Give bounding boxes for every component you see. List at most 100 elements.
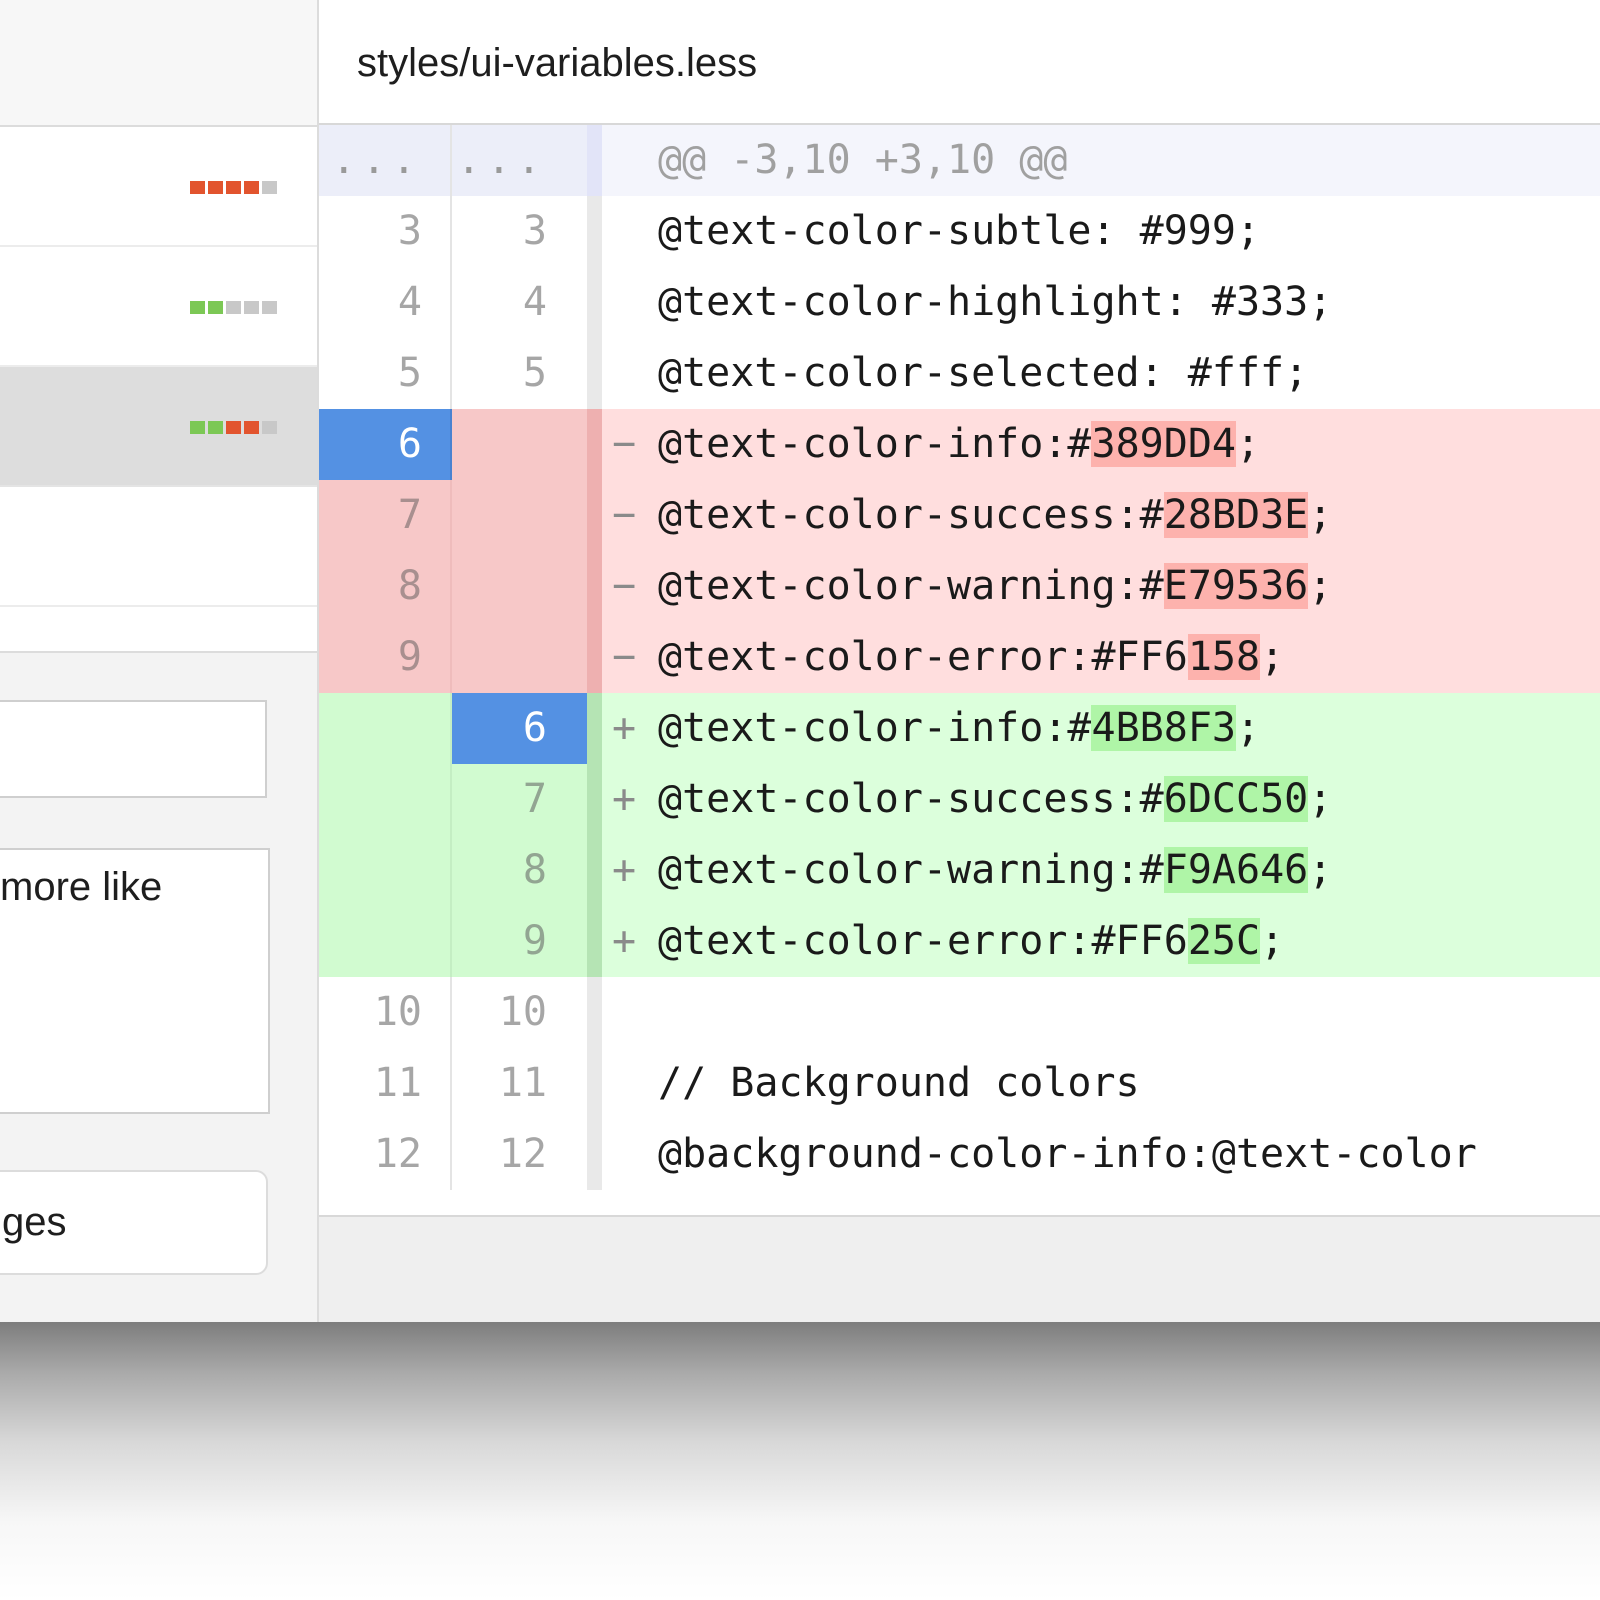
line-content: − @text-color-error:#FF6158; xyxy=(602,622,1600,693)
old-gutter[interactable]: 4 xyxy=(319,267,452,338)
changed-token: E79536 xyxy=(1163,563,1309,609)
diffstat-neutral-block xyxy=(262,301,277,314)
code-segment: ; xyxy=(1260,634,1285,680)
new-gutter[interactable]: 7 xyxy=(452,764,587,835)
old-gutter[interactable] xyxy=(319,693,452,764)
new-gutter[interactable]: 10 xyxy=(452,977,587,1048)
minus-marker: − xyxy=(612,492,637,538)
deleted-line[interactable]: 6 − @text-color-info:#389DD4; xyxy=(319,409,1600,480)
old-gutter[interactable]: 12 xyxy=(319,1119,452,1190)
file-header: styles/ui-variables.less xyxy=(319,0,1600,125)
new-gutter[interactable]: 4 xyxy=(452,267,587,338)
code-text: @text-color-info:#4BB8F3; xyxy=(658,693,1260,764)
context-line[interactable]: 12 12 @background-color-info:@text-color xyxy=(319,1119,1600,1190)
old-gutter[interactable]: 9 xyxy=(319,622,452,693)
change-bar xyxy=(587,835,602,906)
new-gutter[interactable] xyxy=(452,480,587,551)
new-gutter[interactable] xyxy=(452,551,587,622)
plus-marker: + xyxy=(612,776,637,822)
history-sidebar: more like ges xyxy=(0,0,319,1322)
context-line[interactable]: 3 3 @text-color-subtle: #999; xyxy=(319,196,1600,267)
code-segment: @text-color-highlight: #333; xyxy=(658,279,1333,325)
deleted-line[interactable]: 9 − @text-color-error:#FF6158; xyxy=(319,622,1600,693)
old-gutter[interactable]: 5 xyxy=(319,338,452,409)
diffstat-deleted-block xyxy=(244,181,259,194)
added-line[interactable]: 9 + @text-color-error:#FF625C; xyxy=(319,906,1600,977)
old-gutter[interactable]: 3 xyxy=(319,196,452,267)
diff-lines: 3 3 @text-color-subtle: #999; 4 4 @text-color… xyxy=(319,196,1600,1190)
old-gutter[interactable]: 10 xyxy=(319,977,452,1048)
old-gutter[interactable]: 7 xyxy=(319,480,452,551)
plus-marker: + xyxy=(612,705,637,751)
new-gutter[interactable]: 5 xyxy=(452,338,587,409)
hunk-content: @@ -3,10 +3,10 @@ xyxy=(602,125,1600,196)
line-content: − @text-color-warning:#E79536; xyxy=(602,551,1600,622)
commit-summary-input[interactable] xyxy=(0,700,267,798)
old-gutter[interactable] xyxy=(319,835,452,906)
changed-token: 4BB8F3 xyxy=(1091,705,1236,751)
new-line-marker: ... xyxy=(456,137,547,183)
new-gutter[interactable]: 11 xyxy=(452,1048,587,1119)
hunk-header-text: @@ -3,10 +3,10 @@ xyxy=(658,137,1068,183)
diffstat-neutral-block xyxy=(262,421,277,434)
code-segment: ; xyxy=(1235,421,1261,467)
new-gutter[interactable]: 3 xyxy=(452,196,587,267)
old-line-number: 6 xyxy=(397,421,422,467)
new-gutter[interactable]: 9 xyxy=(452,906,587,977)
code-segment: @text-color-error:#FF6 xyxy=(658,918,1188,964)
added-line[interactable]: 8 + @text-color-warning:#F9A646; xyxy=(319,835,1600,906)
minus-marker: − xyxy=(612,563,637,609)
added-line[interactable]: 7 + @text-color-success:#6DCC50; xyxy=(319,764,1600,835)
commit-button[interactable]: ges xyxy=(0,1170,268,1275)
diff-table: ... ... @@ -3,10 +3,10 @@ 3 3 @text-color-… xyxy=(319,125,1600,1190)
old-line-number: 11 xyxy=(373,1060,422,1106)
code-segment: ; xyxy=(1260,918,1285,964)
old-line-number: 3 xyxy=(397,208,422,254)
file-path: styles/ui-variables.less xyxy=(357,41,758,85)
diffstat-added-block xyxy=(190,301,205,314)
commit-description-input[interactable]: more like xyxy=(0,848,270,1114)
old-gutter[interactable] xyxy=(319,764,452,835)
code-segment: @text-color-selected: #fff; xyxy=(658,350,1309,396)
context-line[interactable]: 5 5 @text-color-selected: #fff; xyxy=(319,338,1600,409)
new-gutter[interactable]: 8 xyxy=(452,835,587,906)
added-line[interactable]: 6 + @text-color-info:#4BB8F3; xyxy=(319,693,1600,764)
app-window: more like ges styles/ui-variables.less .… xyxy=(0,0,1600,1322)
old-line-number: 10 xyxy=(373,989,422,1035)
diff-footer xyxy=(319,1215,1600,1322)
minus-marker: − xyxy=(612,421,637,467)
new-line-number: 10 xyxy=(498,989,547,1035)
new-gutter[interactable] xyxy=(452,622,587,693)
old-gutter[interactable]: 8 xyxy=(319,551,452,622)
code-segment: ; xyxy=(1308,776,1333,822)
new-gutter[interactable]: 12 xyxy=(452,1119,587,1190)
change-bar xyxy=(587,622,602,693)
commit-list-item[interactable] xyxy=(0,127,317,247)
change-bar xyxy=(587,1048,602,1119)
context-line[interactable]: 4 4 @text-color-highlight: #333; xyxy=(319,267,1600,338)
context-line[interactable]: 10 10 xyxy=(319,977,1600,1048)
commit-form: more like ges xyxy=(0,651,317,1322)
commit-list-item-selected[interactable] xyxy=(0,367,317,487)
old-line-number: 12 xyxy=(373,1131,422,1177)
old-gutter[interactable]: 11 xyxy=(319,1048,452,1119)
deleted-line[interactable]: 7 − @text-color-success:#28BD3E; xyxy=(319,480,1600,551)
new-gutter[interactable]: 6 xyxy=(452,693,587,764)
change-bar xyxy=(587,338,602,409)
old-line-number: 4 xyxy=(397,279,422,325)
new-gutter[interactable] xyxy=(452,409,587,480)
code-segment: @text-color-warning:# xyxy=(658,847,1164,893)
line-content: @text-color-highlight: #333; xyxy=(602,267,1600,338)
change-bar xyxy=(587,551,602,622)
change-bar xyxy=(587,480,602,551)
deleted-line[interactable]: 8 − @text-color-warning:#E79536; xyxy=(319,551,1600,622)
old-gutter[interactable] xyxy=(319,906,452,977)
line-content: // Background colors xyxy=(602,1048,1600,1119)
code-segment: @text-color-info:# xyxy=(658,705,1092,751)
commit-list-item[interactable] xyxy=(0,247,317,367)
old-gutter[interactable]: 6 xyxy=(319,409,452,480)
plus-marker: + xyxy=(612,847,637,893)
commit-list-item[interactable] xyxy=(0,487,317,607)
code-text: @text-color-error:#FF625C; xyxy=(658,906,1284,977)
context-line[interactable]: 11 11 // Background colors xyxy=(319,1048,1600,1119)
